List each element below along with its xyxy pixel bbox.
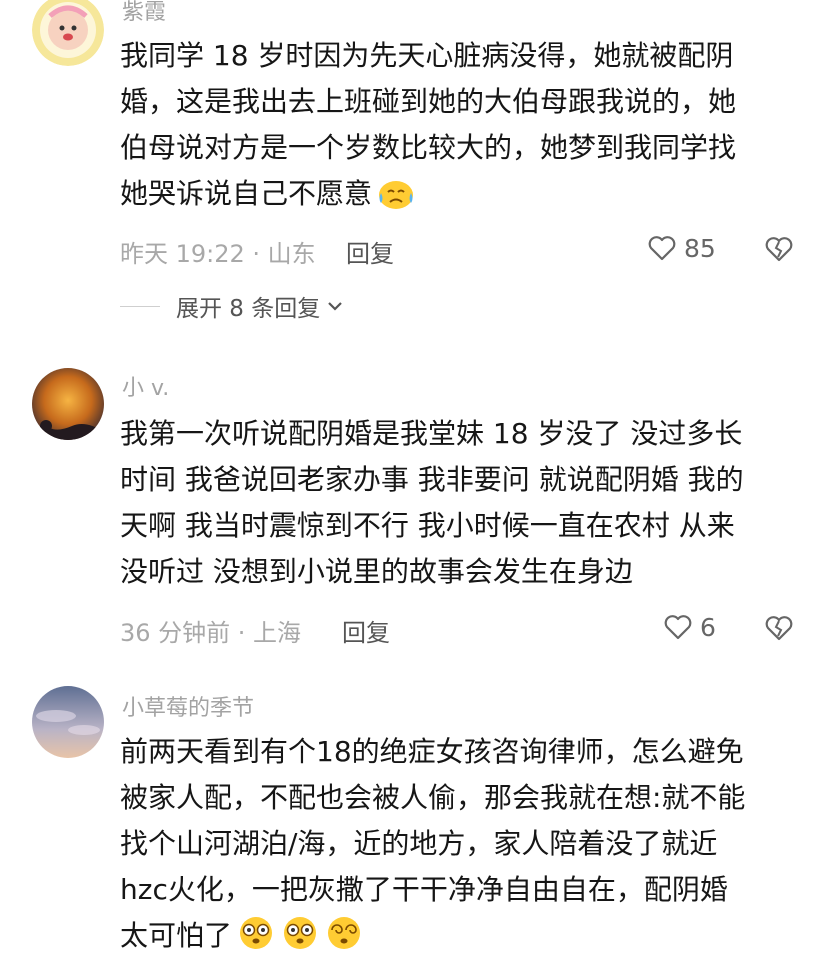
crying-emoji-icon [376, 175, 416, 223]
like-count: 6 [700, 612, 716, 642]
expand-replies-label: 展开 8 条回复 [176, 296, 321, 322]
username[interactable]: 小 v. [122, 370, 169, 402]
dizzy-emoji-icon [280, 915, 320, 965]
divider [120, 305, 160, 307]
dizzy-emoji-icon [236, 915, 276, 965]
broken-heart-icon[interactable] [762, 233, 796, 265]
avatar[interactable] [32, 368, 104, 440]
heart-icon [648, 236, 676, 261]
reply-button[interactable]: 回复 [342, 613, 390, 648]
chevron-down-icon [328, 302, 343, 311]
expand-replies[interactable]: 展开 8 条回复 [120, 289, 344, 323]
comment-text: 我第一次听说配阴婚是我堂妹 18 岁没了 没过多长 时间 我爸说回老家办事 我非… [120, 417, 744, 588]
reply-button[interactable]: 回复 [346, 234, 394, 269]
like-count: 85 [684, 233, 716, 263]
avatar[interactable] [32, 0, 104, 66]
like-button[interactable]: 85 [646, 232, 716, 264]
heart-icon [664, 615, 692, 640]
dizzy-emoji-icon [324, 915, 364, 965]
comment-meta: 36 分钟前 · 上海 [120, 619, 302, 647]
comment-text: 我同学 18 岁时因为先天心脏病没得，她就被配阴 婚，这是我出去上班碰到她的大伯… [120, 33, 800, 223]
avatar[interactable] [32, 686, 104, 758]
comment-meta: 昨天 19:22 · 山东 [120, 240, 316, 268]
broken-heart-icon[interactable] [762, 612, 796, 644]
username[interactable]: 小草莓的季节 [122, 690, 254, 722]
username[interactable]: 紫霞 [122, 0, 166, 26]
like-button[interactable]: 6 [662, 611, 716, 643]
comment-text: 前两天看到有个18的绝症女孩咨询律师，怎么避免 被家人配，不配也会被人偷，那会我… [120, 729, 800, 965]
